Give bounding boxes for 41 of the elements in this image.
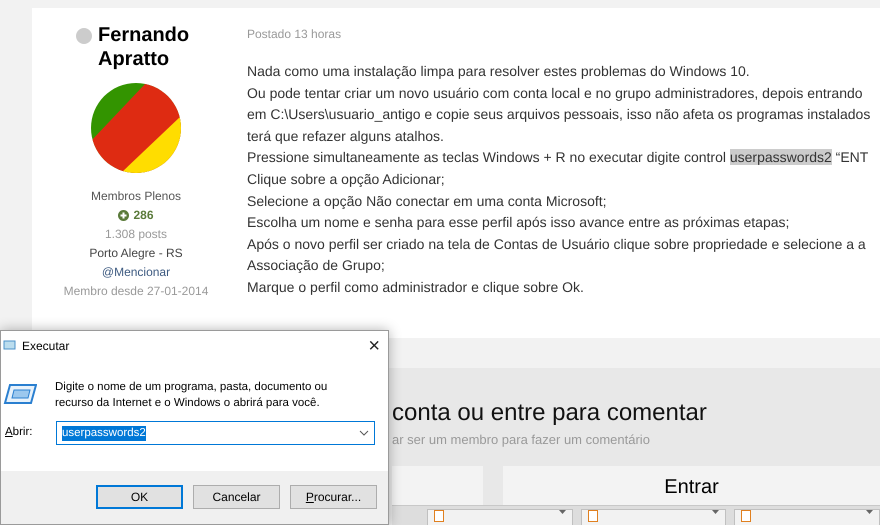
post-text-line: Ou pode tentar criar um novo usuário com conta local e no grupo administradores, depois entrando: [247, 84, 864, 103]
post-text-line: Após o novo perfil ser criado na tela de Contas de Usuário clique sobre propriedade e selecione a a: [247, 234, 867, 254]
mention-link[interactable]: @Mencionar: [102, 263, 170, 281]
comment-subtitle: ar ser um membro para fazer um comentário: [392, 431, 651, 449]
post-text-line: Selecione a opção Não conectar em uma conta Microsoft;: [247, 192, 608, 211]
post-text-line: Nada como uma instalação limpa para resolver estes problemas do Windows 10.: [247, 62, 751, 81]
document-icon: [434, 510, 444, 522]
plus-circle-icon: [118, 210, 130, 220]
post-count: 1.308 posts: [104, 226, 168, 243]
post-time: Postado 13 horas: [247, 26, 342, 43]
dialog-button[interactable]: Cancelar: [193, 485, 280, 509]
dialog-button[interactable]: Procurar...: [290, 485, 377, 509]
sign-in-button[interactable]: Entrar: [503, 466, 880, 505]
location: Porto Alegre - RS: [89, 245, 183, 262]
taskbar-tab[interactable]: [580, 509, 726, 525]
author-name[interactable]: Fernando Apratto: [98, 23, 206, 71]
post-text-line: Escolha um nome e senha para esse perfil após isso avance entre as próximas etapas;: [247, 213, 790, 232]
dropdown-arrow-icon: [712, 510, 720, 514]
comment-heading: conta ou entre para comentar: [392, 398, 708, 428]
dialog-button[interactable]: OK: [96, 485, 183, 509]
taskbar-tab[interactable]: [734, 509, 880, 525]
post-text-line: Pressione simultaneamente as teclas Windows + R no executar digite control userpasswords2 “ENT: [247, 148, 870, 168]
dialog-description: Digite o nome de um programa, pasta, documento ou recurso da Internet e o Windows o abrirá para você.: [55, 380, 328, 411]
member-since: Membro desde 27-01-2014: [64, 283, 208, 300]
dropdown-caret-icon: [359, 430, 369, 436]
close-button[interactable]: ×: [368, 336, 380, 356]
document-icon: [588, 510, 598, 522]
document-icon: [741, 510, 752, 522]
command-input[interactable]: userpasswords2: [56, 421, 375, 445]
post-text-line: Marque o perfil como administrador e clique sobre Ok.: [247, 278, 585, 297]
post-text-line: Associação de Grupo;: [247, 256, 386, 276]
post-text-line: terá que refazer alguns atalhos.: [247, 126, 445, 146]
post-text-line: em C:\Users\usuario_antigo e copie seus arquivos pessoais, isso não afeta os programas instalados: [247, 105, 870, 124]
post-text-line: Clique sobre a opção Adicionar;: [247, 170, 446, 189]
dialog-title: Executar: [22, 338, 70, 354]
reputation-count: 286: [133, 207, 154, 224]
dropdown-arrow-icon: [558, 510, 566, 514]
taskbar-tab[interactable]: [427, 509, 573, 525]
open-label: Abrir:: [5, 425, 34, 440]
dropdown-arrow-icon: [866, 510, 874, 514]
member-group: Membros Plenos: [90, 187, 182, 205]
